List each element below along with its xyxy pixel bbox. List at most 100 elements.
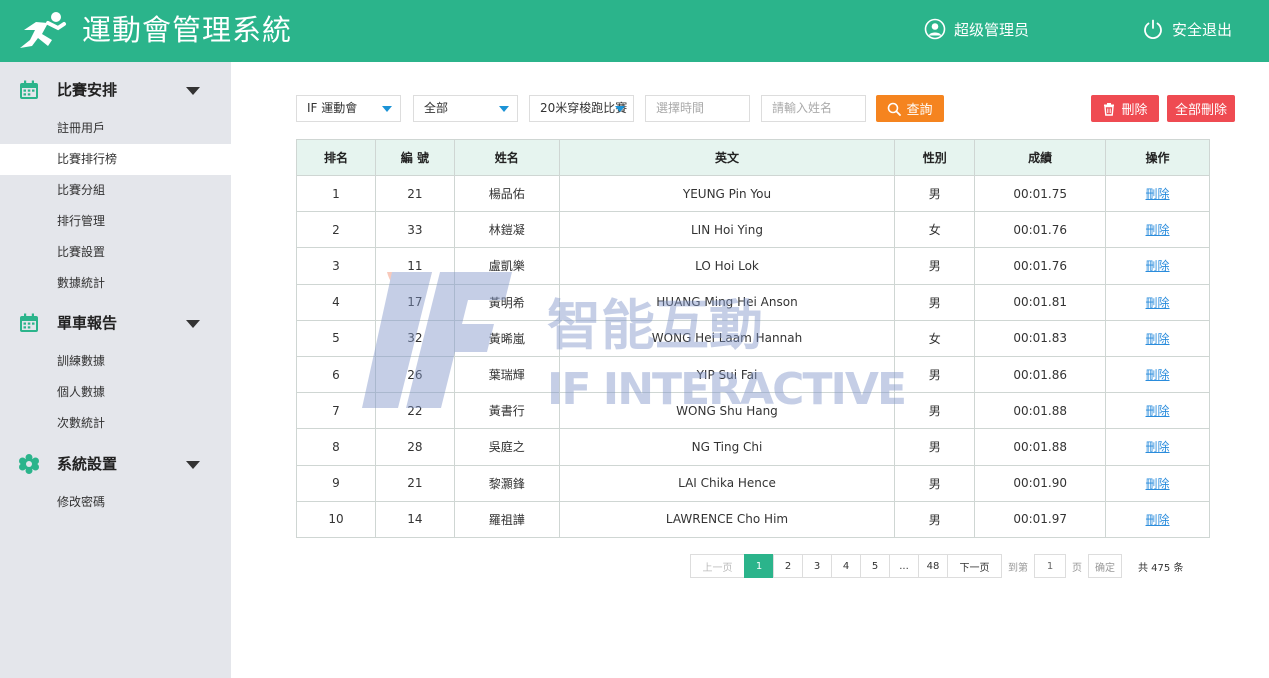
delete-row-link[interactable]: 刪除	[1146, 296, 1170, 310]
runner-logo-icon	[20, 12, 66, 48]
page-button[interactable]: 5	[860, 554, 890, 578]
logout-label: 安全退出	[1172, 20, 1233, 39]
event-select[interactable]: IF 運動會	[296, 95, 401, 122]
table-row: 2 33 林鎧凝 LIN Hoi Ying 女 00:01.76 刪除	[296, 211, 1210, 249]
sidebar: 比賽安排 註冊用戶 比賽排行榜 比賽分組 排行管理 比賽設置 數據統計 單車報告…	[0, 62, 231, 678]
column-header-english[interactable]: 英文	[558, 139, 896, 176]
column-header-score[interactable]: 成績	[974, 139, 1107, 176]
delete-row-link[interactable]: 刪除	[1146, 404, 1170, 418]
caret-down-icon[interactable]	[186, 461, 200, 469]
column-header-name[interactable]: 姓名	[453, 139, 560, 176]
sidebar-item-settings[interactable]: 比賽設置	[0, 237, 231, 268]
group-select[interactable]: 全部	[413, 95, 518, 122]
column-header-number[interactable]: 編 號	[374, 139, 455, 176]
gender-cell: 男	[894, 174, 976, 213]
rank-cell: 5	[296, 319, 376, 357]
gender-cell: 男	[894, 464, 976, 502]
gender-cell: 男	[894, 392, 976, 430]
page-button[interactable]: 4	[831, 554, 861, 578]
column-header-gender[interactable]: 性別	[894, 139, 976, 176]
sidebar-item-leaderboard[interactable]: 比賽排行榜	[0, 144, 231, 175]
delete-row-link[interactable]: 刪除	[1146, 440, 1170, 454]
name-search-input[interactable]: 請輸入姓名	[761, 95, 866, 122]
page-button[interactable]: 3	[802, 554, 832, 578]
rank-cell: 9	[296, 464, 376, 502]
sidebar-item-personal-data[interactable]: 個人數據	[0, 377, 231, 408]
number-cell: 14	[374, 500, 455, 538]
race-select[interactable]: 20米穿梭跑比賽	[529, 95, 634, 122]
delete-row-link[interactable]: 刪除	[1146, 332, 1170, 346]
caret-down-icon[interactable]	[186, 87, 200, 95]
english-cell: LIN Hoi Ying	[558, 211, 896, 249]
pagination: 上一页 1 2 3 4 5... 48 下一页 到第 1 页 确定 共 475 条	[690, 554, 1183, 578]
gender-cell: 男	[894, 283, 976, 321]
table-row: 8 28 吳庭之 NG Ting Chi 男 00:01.88 刪除	[296, 428, 1210, 466]
sidebar-section-schedule: 比賽安排 註冊用戶 比賽排行榜 比賽分組 排行管理 比賽設置 數據統計	[0, 67, 231, 299]
sidebar-item-register-users[interactable]: 註冊用戶	[0, 113, 231, 144]
delete-row-link[interactable]: 刪除	[1146, 223, 1170, 237]
score-cell: 00:01.90	[974, 464, 1107, 502]
delete-row-link[interactable]: 刪除	[1146, 259, 1170, 273]
user-menu[interactable]: 超级管理员	[924, 17, 1029, 41]
delete-row-link[interactable]: 刪除	[1146, 477, 1170, 491]
event-select-value: IF 運動會	[307, 101, 358, 115]
sidebar-item-training-data[interactable]: 訓練數據	[0, 346, 231, 377]
delete-all-button[interactable]: 全部刪除	[1167, 95, 1235, 122]
page-button[interactable]: 1	[744, 554, 774, 578]
table-row: 10 14 羅祖譁 LAWRENCE Cho Him 男 00:01.97 刪除	[296, 500, 1210, 538]
action-cell: 刪除	[1105, 174, 1210, 213]
action-cell: 刪除	[1105, 392, 1210, 430]
goto-page-input[interactable]: 1	[1034, 554, 1066, 578]
goto-confirm-button[interactable]: 确定	[1088, 554, 1122, 578]
page-numbers: 1 2 3 4 5... 48	[744, 554, 948, 578]
leaderboard-table: 排名 編 號 姓名 英文 性別 成績 操作 1 21 楊品佑 YEUNG Pin Yo…	[296, 139, 1210, 538]
caret-down-icon[interactable]	[186, 320, 200, 328]
delete-label: 刪除	[1121, 103, 1148, 118]
calendar-icon	[20, 80, 38, 99]
name-cell: 楊品佑	[453, 174, 560, 213]
table-row: 1 21 楊品佑 YEUNG Pin You 男 00:01.75 刪除	[296, 174, 1210, 213]
rank-cell: 10	[296, 500, 376, 538]
page-button[interactable]: 2	[773, 554, 803, 578]
prev-page-button[interactable]: 上一页	[690, 554, 745, 578]
sidebar-section-header[interactable]: 系統設置	[0, 441, 231, 487]
action-cell: 刪除	[1105, 464, 1210, 502]
name-cell: 吳庭之	[453, 428, 560, 466]
column-header-rank[interactable]: 排名	[296, 139, 376, 176]
table-header-row: 排名 編 號 姓名 英文 性別 成績 操作	[296, 139, 1210, 176]
gender-cell: 男	[894, 428, 976, 466]
query-button[interactable]: 查詢	[876, 95, 944, 122]
english-cell: YIP Sui Fai	[558, 355, 896, 394]
user-icon	[924, 18, 946, 40]
query-label: 查詢	[906, 103, 933, 118]
number-cell: 33	[374, 211, 455, 249]
logout-button[interactable]: 安全退出	[1142, 17, 1232, 41]
delete-row-link[interactable]: 刪除	[1146, 187, 1170, 201]
page-button[interactable]: 48	[918, 554, 948, 578]
next-page-button[interactable]: 下一页	[947, 554, 1002, 578]
number-cell: 21	[374, 174, 455, 213]
delete-row-link[interactable]: 刪除	[1146, 513, 1170, 527]
delete-button[interactable]: 刪除	[1091, 95, 1159, 122]
sidebar-item-groups[interactable]: 比賽分組	[0, 175, 231, 206]
sidebar-item-ranking-manage[interactable]: 排行管理	[0, 206, 231, 237]
sidebar-section-header[interactable]: 單車報告	[0, 300, 231, 346]
delete-row-link[interactable]: 刪除	[1146, 368, 1170, 382]
power-icon	[1144, 19, 1162, 40]
score-cell: 00:01.83	[974, 319, 1107, 357]
rank-cell: 4	[296, 283, 376, 321]
number-cell: 17	[374, 283, 455, 321]
english-cell: LAWRENCE Cho Him	[558, 500, 896, 538]
time-picker-input[interactable]: 選擇時間	[645, 95, 750, 122]
number-cell: 21	[374, 464, 455, 502]
sidebar-item-statistics[interactable]: 數據統計	[0, 268, 231, 299]
number-cell: 32	[374, 319, 455, 357]
search-icon	[888, 102, 902, 116]
action-cell: 刪除	[1105, 428, 1210, 466]
name-cell: 盧凱樂	[453, 247, 560, 285]
action-cell: 刪除	[1105, 247, 1210, 285]
sidebar-item-count-stats[interactable]: 次數統計	[0, 408, 231, 439]
sidebar-section-header[interactable]: 比賽安排	[0, 67, 231, 113]
score-cell: 00:01.76	[974, 211, 1107, 249]
sidebar-item-change-password[interactable]: 修改密碼	[0, 487, 231, 518]
